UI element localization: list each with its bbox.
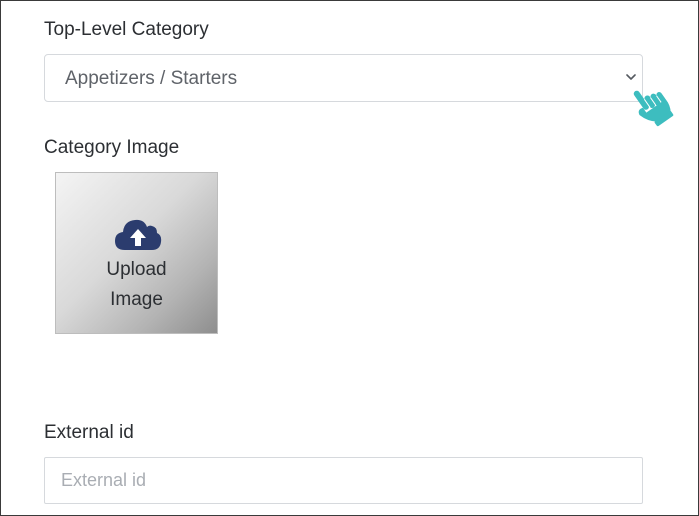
- form-panel: Top-Level Category Appetizers / Starters…: [0, 0, 699, 516]
- category-select-value: Appetizers / Starters: [65, 68, 238, 89]
- chevron-down-icon[interactable]: [625, 72, 637, 82]
- category-image-label: Category Image: [44, 137, 180, 158]
- upload-image-text-line1: Upload: [106, 259, 167, 280]
- cloud-upload-icon: [115, 219, 162, 250]
- external-id-input[interactable]: [44, 457, 643, 504]
- external-id-label: External id: [44, 422, 134, 443]
- upload-image-text-line2: Image: [110, 289, 163, 310]
- pointer-hand-icon: [633, 90, 674, 127]
- category-label: Top-Level Category: [44, 19, 209, 40]
- category-select[interactable]: Appetizers / Starters: [44, 54, 643, 102]
- upload-image-button[interactable]: Upload Image: [55, 172, 218, 334]
